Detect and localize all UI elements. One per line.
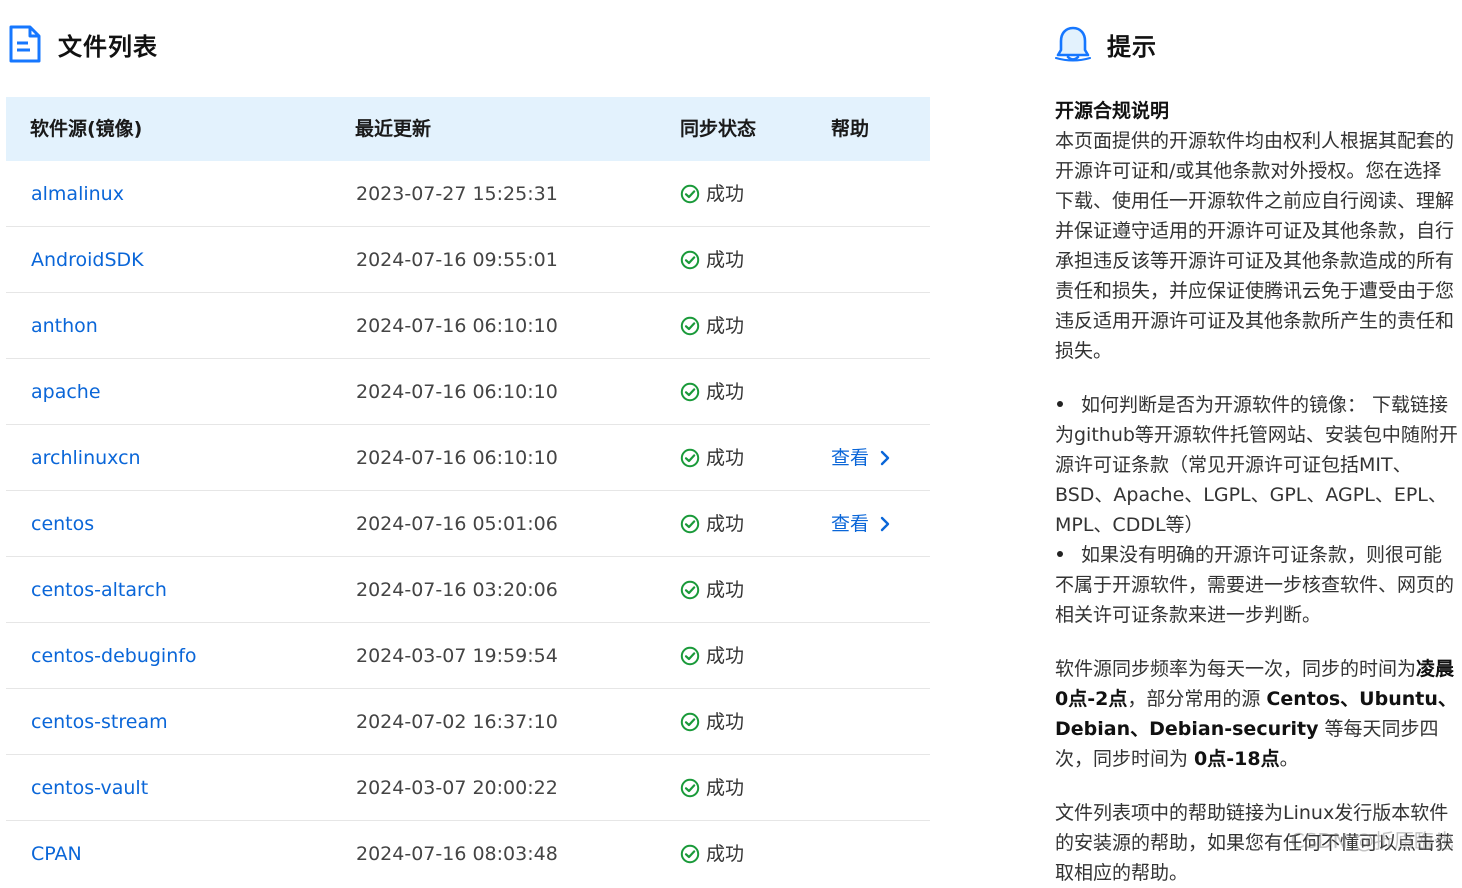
success-check-icon [680, 646, 700, 666]
col-help: 帮助 [831, 118, 870, 140]
sync-status: 成功 [680, 623, 744, 689]
sync-status: 成功 [680, 161, 744, 227]
sync-note: 软件源同步频率为每天一次，同步的时间为凌晨0点-2点，部分常用的源 Centos… [1055, 658, 1457, 770]
table-row: centos-debuginfo 2024-03-07 19:59:54 成功 [6, 623, 930, 689]
sync-status: 成功 [680, 359, 744, 425]
table-row: anthon 2024-07-16 06:10:10 成功 [6, 293, 930, 359]
bullet-text: 如何判断是否为开源软件的镜像： 下载链接为github等开源软件托管网站、安装包… [1055, 394, 1458, 536]
bell-icon [1055, 26, 1091, 62]
tips-header: 提示 [1055, 24, 1157, 64]
table-row: apache 2024-07-16 06:10:10 成功 [6, 359, 930, 425]
status-text: 成功 [706, 777, 745, 799]
source-link[interactable]: centos-altarch [31, 557, 167, 623]
help-link[interactable]: 查看 [831, 491, 891, 557]
sync-status: 成功 [680, 557, 744, 623]
updated-time: 2024-07-16 06:10:10 [356, 315, 558, 337]
status-text: 成功 [706, 249, 745, 271]
table-row: centos-vault 2024-03-07 20:00:22 成功 [6, 755, 930, 821]
table-row: archlinuxcn 2024-07-16 06:10:10 成功 查看 [6, 425, 930, 491]
sync-status: 成功 [680, 425, 744, 491]
status-text: 成功 [706, 315, 745, 337]
chevron-right-icon [880, 450, 890, 466]
updated-time: 2023-07-27 15:25:31 [356, 183, 558, 205]
help-link-label: 查看 [831, 447, 870, 469]
source-link[interactable]: centos-vault [31, 755, 148, 821]
bullet-item: 如果没有明确的开源许可证条款，则很可能不属于开源软件，需要进一步核查软件、网页的… [1055, 540, 1460, 630]
sync-status: 成功 [680, 689, 744, 755]
sync-status: 成功 [680, 227, 744, 293]
compliance-paragraph: 本页面提供的开源软件均由权利人根据其配套的开源许可证和/或其他条款对外授权。您在… [1055, 130, 1455, 362]
source-link[interactable]: almalinux [31, 161, 124, 227]
status-text: 成功 [706, 645, 745, 667]
bullet-text: 如果没有明确的开源许可证条款，则很可能不属于开源软件，需要进一步核查软件、网页的… [1055, 544, 1455, 626]
success-check-icon [680, 382, 700, 402]
status-text: 成功 [706, 381, 745, 403]
table-row: centos 2024-07-16 05:01:06 成功 查看 [6, 491, 930, 557]
table-header: 软件源(镜像) 最近更新 同步状态 帮助 [6, 97, 930, 161]
success-check-icon [680, 778, 700, 798]
status-text: 成功 [706, 843, 745, 865]
sync-status: 成功 [680, 491, 744, 557]
tips-body: 开源合规说明 本页面提供的开源软件均由权利人根据其配套的开源许可证和/或其他条款… [1055, 96, 1460, 888]
updated-time: 2024-03-07 20:00:22 [356, 777, 558, 799]
success-check-icon [680, 448, 700, 468]
success-check-icon [680, 514, 700, 534]
table-row: centos-stream 2024-07-02 16:37:10 成功 [6, 689, 930, 755]
table-row: centos-altarch 2024-07-16 03:20:06 成功 [6, 557, 930, 623]
table-body: almalinux 2023-07-27 15:25:31 成功 AndroidSDK… [6, 161, 930, 886]
success-check-icon [680, 250, 700, 270]
status-text: 成功 [706, 579, 745, 601]
source-link[interactable]: centos-debuginfo [31, 623, 197, 689]
sync-status: 成功 [680, 821, 744, 887]
sync-status: 成功 [680, 293, 744, 359]
success-check-icon [680, 844, 700, 864]
col-status: 同步状态 [680, 118, 757, 140]
compliance-heading: 开源合规说明 [1055, 100, 1170, 122]
tips-panel: 提示 开源合规说明 本页面提供的开源软件均由权利人根据其配套的开源许可证和/或其… [1055, 0, 1460, 884]
updated-time: 2024-07-16 08:03:48 [356, 843, 558, 865]
source-link[interactable]: CPAN [31, 821, 82, 887]
help-note: 文件列表项中的帮助链接为Linux发行版本软件的安装源的帮助，如果您有任何不懂可… [1055, 802, 1455, 884]
table-row: AndroidSDK 2024-07-16 09:55:01 成功 [6, 227, 930, 293]
updated-time: 2024-07-16 06:10:10 [356, 381, 558, 403]
document-icon [9, 25, 41, 63]
status-text: 成功 [706, 183, 745, 205]
success-check-icon [680, 580, 700, 600]
source-link[interactable]: AndroidSDK [31, 227, 144, 293]
success-check-icon [680, 184, 700, 204]
updated-time: 2024-07-02 16:37:10 [356, 711, 558, 733]
updated-time: 2024-07-16 09:55:01 [356, 249, 558, 271]
col-updated: 最近更新 [355, 118, 432, 140]
success-check-icon [680, 316, 700, 336]
updated-time: 2024-07-16 06:10:10 [356, 447, 558, 469]
file-list-header: 文件列表 [8, 24, 158, 64]
status-text: 成功 [706, 447, 745, 469]
compliance-bullets: 如何判断是否为开源软件的镜像： 下载链接为github等开源软件托管网站、安装包… [1055, 390, 1460, 630]
source-link[interactable]: centos-stream [31, 689, 168, 755]
source-link[interactable]: apache [31, 359, 101, 425]
source-link[interactable]: centos [31, 491, 94, 557]
bullet-item: 如何判断是否为开源软件的镜像： 下载链接为github等开源软件托管网站、安装包… [1055, 390, 1460, 540]
file-list-title: 文件列表 [58, 32, 158, 61]
help-link[interactable]: 查看 [831, 425, 891, 491]
source-link[interactable]: archlinuxcn [31, 425, 141, 491]
col-source: 软件源(镜像) [30, 118, 143, 140]
table-row: CPAN 2024-07-16 08:03:48 成功 [6, 821, 930, 886]
chevron-right-icon [880, 516, 890, 532]
sync-status: 成功 [680, 755, 744, 821]
updated-time: 2024-07-16 03:20:06 [356, 579, 558, 601]
source-link[interactable]: anthon [31, 293, 98, 359]
tips-title: 提示 [1107, 32, 1157, 61]
status-text: 成功 [706, 513, 745, 535]
table-row: almalinux 2023-07-27 15:25:31 成功 [6, 161, 930, 227]
help-link-label: 查看 [831, 513, 870, 535]
updated-time: 2024-07-16 05:01:06 [356, 513, 558, 535]
status-text: 成功 [706, 711, 745, 733]
success-check-icon [680, 712, 700, 732]
updated-time: 2024-03-07 19:59:54 [356, 645, 558, 667]
file-list-panel: 文件列表 软件源(镜像) 最近更新 同步状态 帮助 almalinux 2023-… [0, 0, 935, 870]
